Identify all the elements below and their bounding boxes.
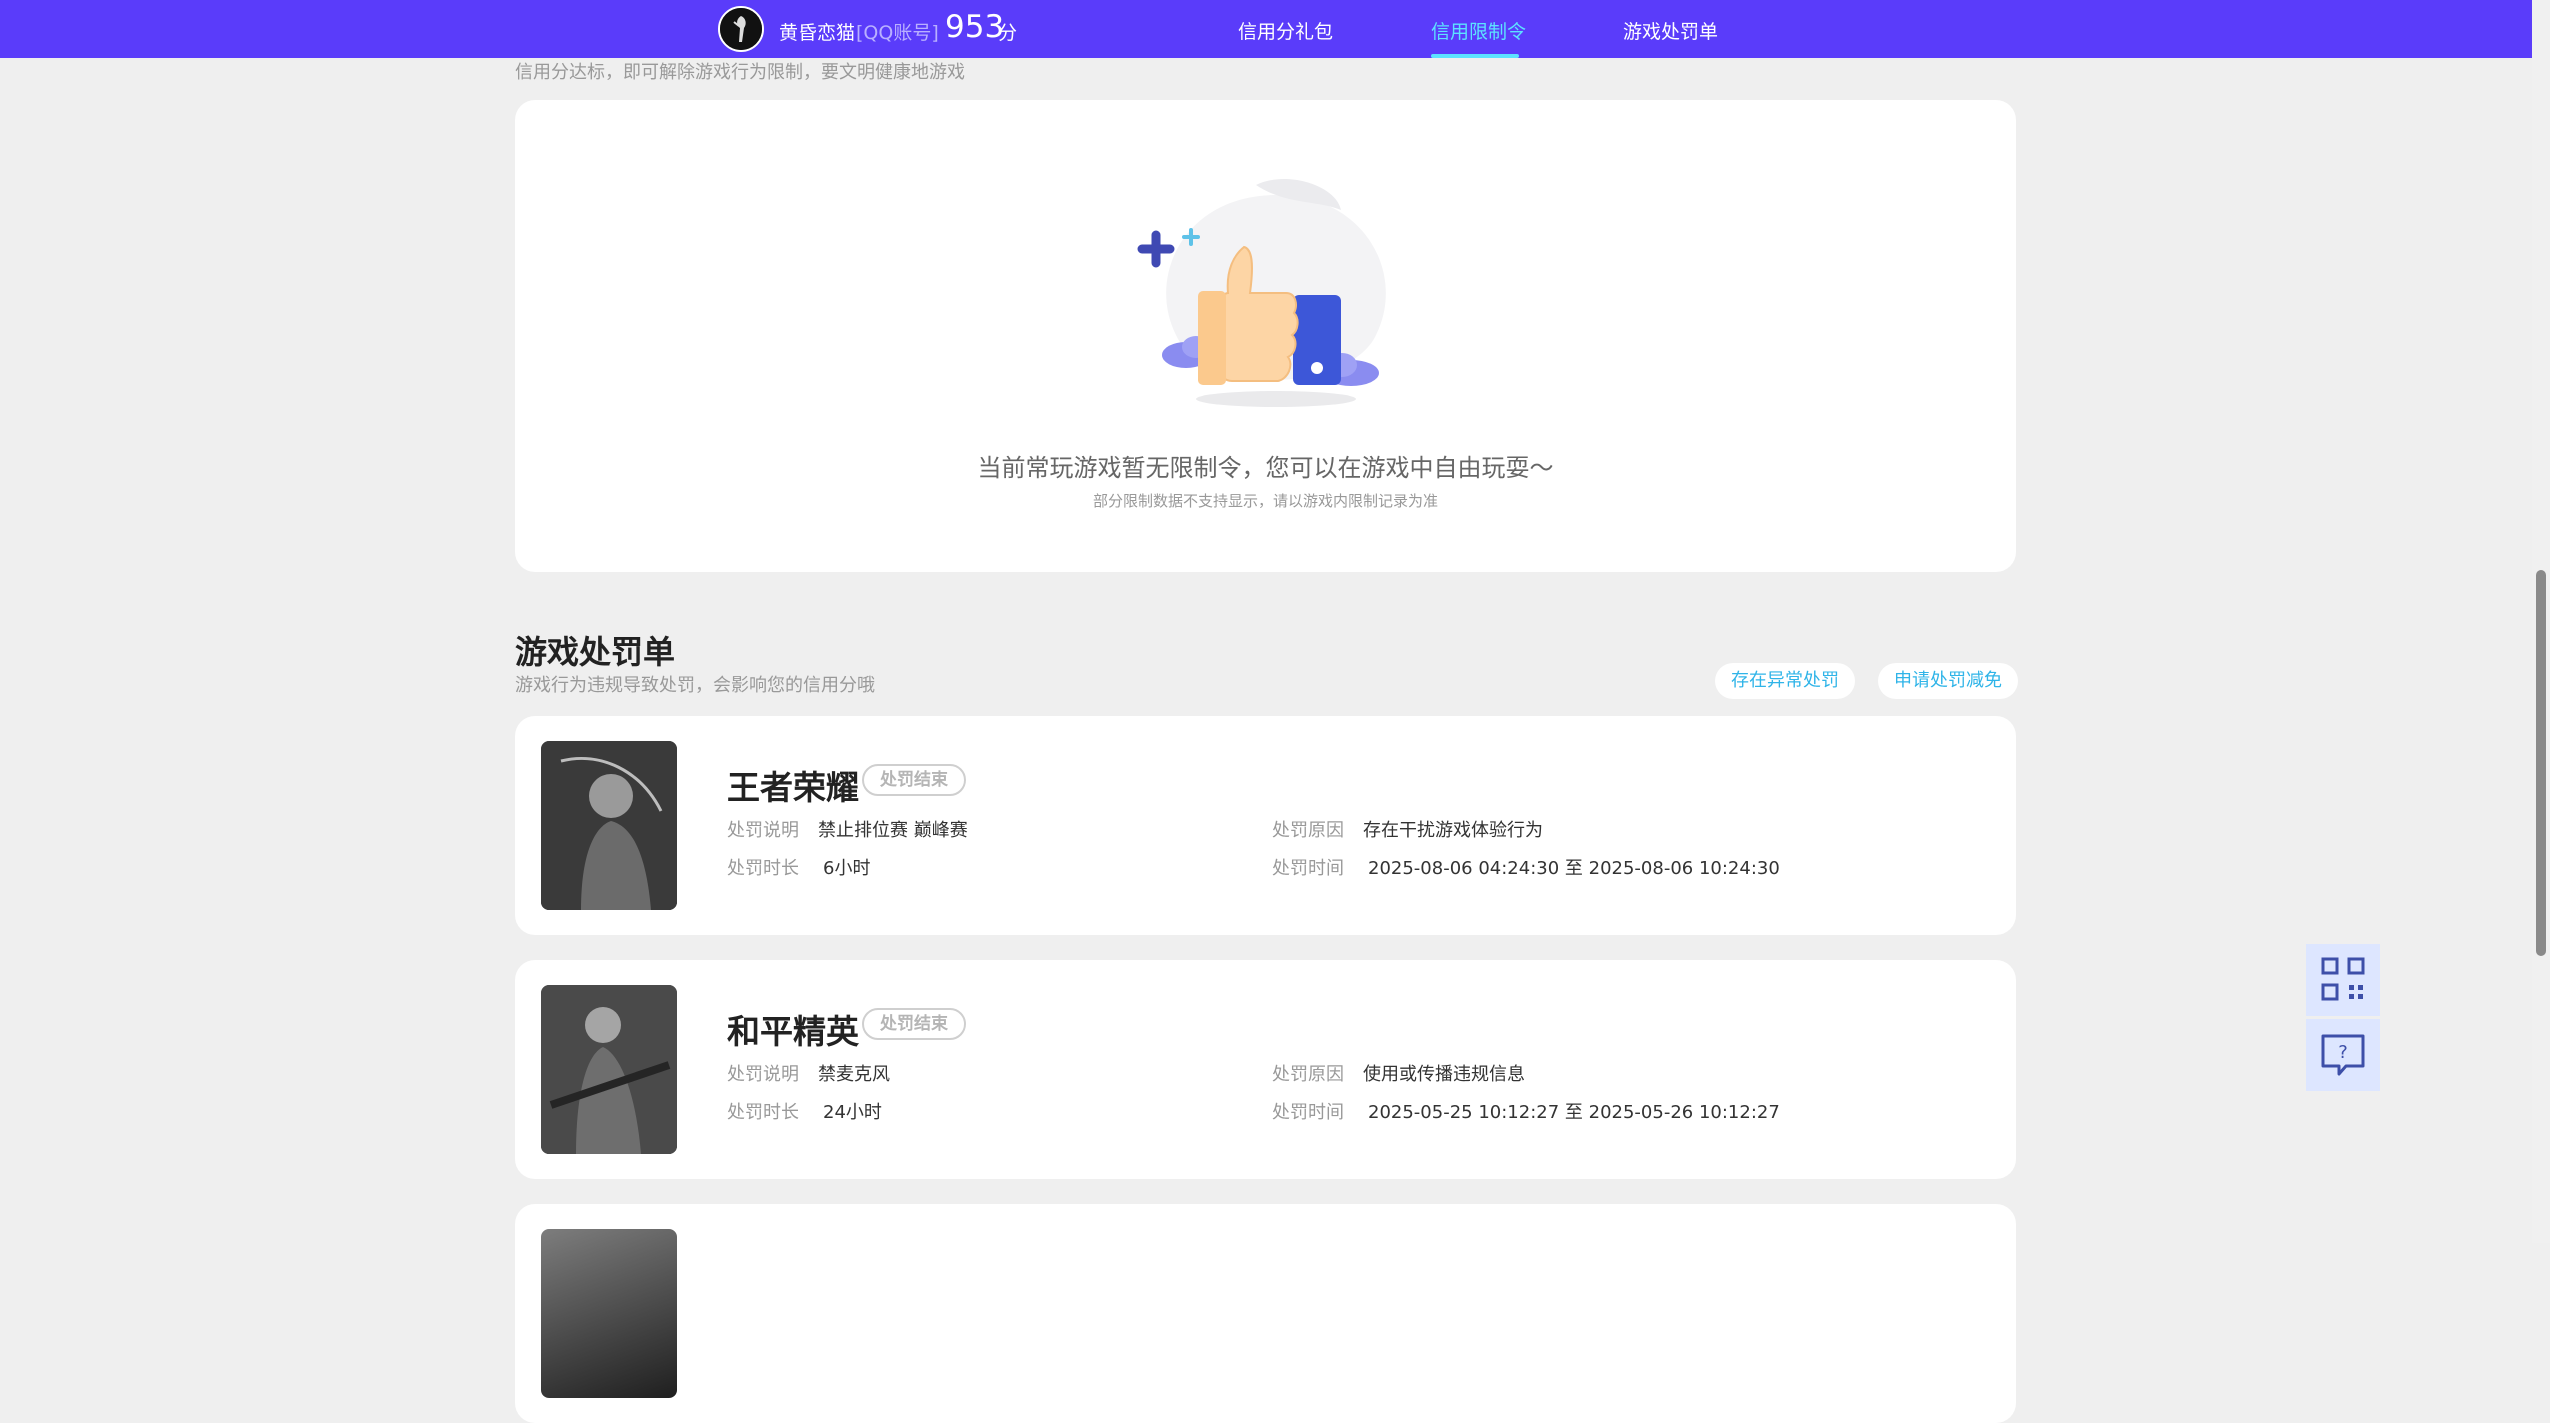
game-name: 王者荣耀 (727, 768, 859, 807)
status-badge: 处罚结束 (862, 764, 966, 796)
empty-state-note: 部分限制数据不支持显示，请以游戏内限制记录为准 (1092, 492, 1438, 510)
game-cover-image (541, 1229, 677, 1398)
nav-game-penalty[interactable]: 游戏处罚单 (1623, 17, 1718, 44)
penalty-time-label: 处罚时间 (1272, 858, 1344, 879)
scrollbar-thumb[interactable] (2536, 570, 2546, 956)
feedback-icon: ? (2321, 1034, 2365, 1076)
avatar[interactable] (718, 6, 764, 52)
active-tab-indicator (1431, 54, 1519, 58)
nav-credit-restriction[interactable]: 信用限制令 (1431, 17, 1526, 44)
empty-state-title: 当前常玩游戏暂无限制令，您可以在游戏中自由玩耍～ (977, 454, 1554, 482)
credit-score: 953 (945, 9, 1005, 45)
account-type-label: [QQ账号] (856, 22, 939, 44)
avatar-image (720, 8, 762, 50)
penalty-reason-label: 处罚原因 (1272, 1064, 1344, 1085)
penalty-reason-value: 使用或传播违规信息 (1363, 1064, 1525, 1085)
penalty-card[interactable] (515, 1204, 2016, 1423)
qr-code-button[interactable] (2306, 944, 2380, 1016)
apply-penalty-reduction-button[interactable]: 申请处罚减免 (1878, 663, 2018, 699)
penalty-duration-value: 24小时 (823, 1102, 882, 1123)
penalty-reason-label: 处罚原因 (1272, 820, 1344, 841)
qr-code-icon (2321, 957, 2365, 1001)
abnormal-penalty-button[interactable]: 存在异常处罚 (1715, 663, 1855, 699)
penalty-desc-label: 处罚说明 (727, 1064, 799, 1085)
svg-text:?: ? (2338, 1042, 2348, 1063)
penalty-desc-value: 禁麦克风 (818, 1064, 890, 1085)
penalty-desc-value: 禁止排位赛 巅峰赛 (818, 820, 968, 841)
penalty-time-label: 处罚时间 (1272, 1102, 1344, 1123)
penalty-duration-label: 处罚时长 (727, 858, 799, 879)
game-character-icon (541, 741, 677, 910)
penalty-desc-label: 处罚说明 (727, 820, 799, 841)
penalty-time-value: 2025-08-06 04:24:30 至 2025-08-06 10:24:3… (1368, 858, 1780, 879)
penalty-duration-value: 6小时 (823, 858, 871, 879)
restriction-subtitle: 信用分达标，即可解除游戏行为限制，要文明健康地游戏 (515, 62, 965, 83)
feedback-button[interactable]: ? (2306, 1019, 2380, 1091)
game-name: 和平精英 (727, 1012, 859, 1051)
penalty-time-value: 2025-05-25 10:12:27 至 2025-05-26 10:12:2… (1368, 1102, 1780, 1123)
thumbs-up-illustration-icon (1137, 179, 1386, 407)
credit-score-unit: 分 (998, 22, 1018, 44)
penalty-section-title: 游戏处罚单 (515, 633, 676, 671)
nav-credit-gift[interactable]: 信用分礼包 (1238, 17, 1333, 44)
penalty-card[interactable]: 和平精英 处罚结束 处罚说明 禁麦克风 处罚时长 24小时 处罚原因 使用或传播… (515, 960, 2016, 1179)
user-nickname: 黄昏恋猫 (779, 22, 856, 44)
penalty-duration-label: 处罚时长 (727, 1102, 799, 1123)
status-badge: 处罚结束 (862, 1008, 966, 1040)
penalty-reason-value: 存在干扰游戏体验行为 (1363, 820, 1543, 841)
penalty-card[interactable]: 王者荣耀 处罚结束 处罚说明 禁止排位赛 巅峰赛 处罚时长 6小时 处罚原因 存… (515, 716, 2016, 935)
game-character-icon (541, 985, 677, 1154)
game-cover-image (541, 985, 677, 1154)
top-nav-bar: 黄昏恋猫 [QQ账号] 953 分 信用分礼包 信用限制令 游戏处罚单 (0, 0, 2532, 58)
game-cover-image (541, 741, 677, 910)
penalty-section-subtitle: 游戏行为违规导致处罚，会影响您的信用分哦 (515, 675, 875, 696)
